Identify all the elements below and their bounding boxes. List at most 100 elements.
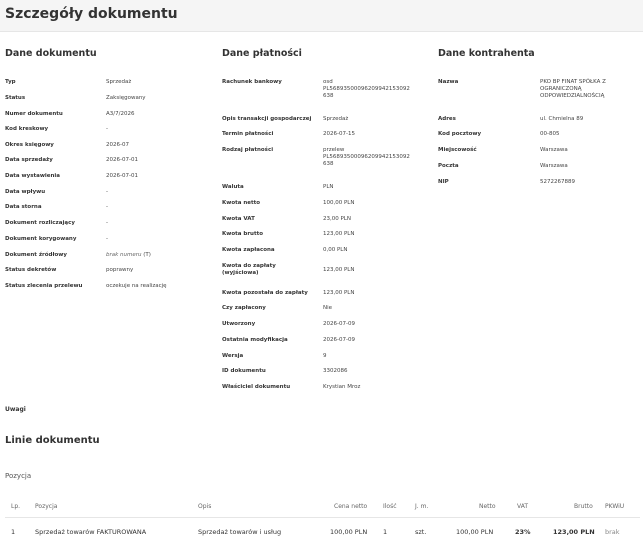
contractor-value-name: PKO BP FINAT SPÓŁKA Z OGRANICZONĄ ODPOWI… (540, 79, 640, 100)
payment-value-paid-amount: 0,00 PLN (323, 247, 348, 253)
payment-value-payment-type: przelew PL56893500096209942153092 638 (323, 147, 423, 168)
field-value-transfer-status: oczekuje na realizację (106, 283, 167, 289)
payment-value-amount-due-initial: 123,00 PLN (323, 267, 355, 273)
column-net: Netto (479, 503, 496, 510)
field-value-doc-number: A3/7/2026 (106, 111, 135, 117)
field-value-source-doc: brak numeru (T) (106, 252, 151, 259)
cell-net-price: 100,00 PLN (330, 528, 368, 536)
column-qty: Ilość (383, 503, 397, 510)
contractor-name-line: ODPOWIEDZIALNOŚCIĄ (540, 93, 605, 99)
lines-subtitle: Pozycja (5, 472, 32, 480)
contractor-label-name: Nazwa (438, 79, 459, 85)
column-lp: Lp. (11, 503, 21, 510)
field-label-period: Okres księgowy (5, 142, 54, 148)
payment-value-vat-amount: 23,00 PLN (323, 216, 351, 222)
field-label-corrected-doc: Dokument korygowany (5, 236, 77, 242)
field-value-decree-status: poprawny (106, 267, 134, 273)
source-doc-no-number: brak numeru (106, 252, 142, 258)
field-value-corrected-doc: - (106, 236, 108, 242)
payment-type-line: PL56893500096209942153092 (323, 154, 410, 160)
field-label-transfer-status: Status zlecenia przelewu (5, 283, 83, 289)
field-value-storno-date: - (106, 204, 108, 210)
payment-value-is-paid: Nie (323, 305, 333, 311)
cell-lp: 1 (11, 528, 16, 536)
column-net-price: Cena netto (334, 503, 368, 510)
field-label-settling-doc: Dokument rozliczający (5, 220, 75, 226)
field-value-status: Zaksięgowany (106, 95, 146, 101)
payment-value-created: 2026-07-09 (323, 321, 355, 327)
source-doc-suffix: (T) (141, 252, 151, 258)
cell-qty: 1 (383, 528, 388, 536)
field-label-receipt-date: Data wpływu (5, 189, 46, 195)
field-label-issue-date: Data wystawienia (5, 173, 61, 179)
payment-label-doc-owner: Właściciel dokumentu (222, 384, 291, 390)
payment-label-currency: Waluta (222, 184, 244, 190)
bank-account-line: 638 (323, 93, 334, 99)
contractor-value-nip: 5272267889 (540, 179, 575, 185)
lines-section-title: Linie dokumentu (5, 435, 100, 446)
contractor-value-post-office: Warszawa (540, 163, 568, 169)
contractor-value-address: ul. Chmielna 89 (540, 116, 584, 122)
payment-value-amount-remaining: 123,00 PLN (323, 290, 355, 296)
contractor-section-title: Dane kontrahenta (438, 48, 535, 59)
column-description: Opis (198, 503, 212, 510)
field-value-period: 2026-07 (106, 142, 129, 148)
field-label-barcode: Kod kreskowy (5, 126, 49, 132)
contractor-label-address: Adres (438, 116, 456, 122)
cell-unit: szt. (415, 528, 427, 536)
bank-account-line: PL56893500096209942153092 (323, 86, 410, 92)
field-label-status: Status (5, 95, 26, 101)
payment-label-paid-amount: Kwota zapłacona (222, 247, 275, 253)
payment-label-doc-id: ID dokumentu (222, 368, 266, 374)
field-value-settling-doc: - (106, 220, 108, 226)
field-label-sale-date: Data sprzedaży (5, 157, 53, 163)
contractor-label-post-office: Poczta (438, 163, 459, 169)
cell-description: Sprzedaż towarów i usług (198, 528, 282, 536)
field-value-receipt-date: - (106, 189, 108, 195)
contractor-name-line: PKO BP FINAT SPÓŁKA Z (540, 79, 606, 85)
contractor-label-postcode: Kod pocztowy (438, 131, 482, 137)
bank-account-line: osd (323, 79, 333, 85)
payment-type-line: 638 (323, 161, 334, 167)
field-label-source-doc: Dokument źródłowy (5, 252, 67, 258)
payment-label-transaction-desc: Opis transakcji gospodarczej (222, 116, 312, 122)
table-row[interactable]: 1 Sprzedaż towarów FAKTUROWANA Sprzedaż … (5, 522, 640, 542)
cell-vat: 23% (515, 528, 531, 536)
payment-label-amount-due-initial: Kwota do zapłaty (wyjściowa) (222, 263, 276, 276)
document-section-title: Dane dokumentu (5, 48, 97, 59)
field-value-sale-date: 2026-07-01 (106, 157, 138, 163)
cell-gross: 123,00 PLN (553, 528, 595, 536)
field-value-barcode: - (106, 126, 108, 132)
column-unit: J. m. (415, 503, 429, 510)
payment-label-created: Utworzony (222, 321, 256, 327)
payment-section-title: Dane płatności (222, 48, 302, 59)
column-vat: VAT (517, 503, 529, 510)
payment-value-gross-amount: 123,00 PLN (323, 231, 355, 237)
notes-label: Uwagi (5, 406, 26, 413)
payment-label-amount-remaining: Kwota pozostała do zapłaty (222, 290, 308, 296)
payment-label-gross-amount: Kwota brutto (222, 231, 263, 237)
column-position: Pozycja (35, 503, 58, 510)
field-label-type: Typ (5, 79, 16, 85)
cell-position: Sprzedaż towarów FAKTUROWANA (35, 528, 147, 536)
column-gross: Brutto (574, 503, 593, 510)
payment-value-currency: PLN (323, 184, 334, 190)
payment-label-vat-amount: Kwota VAT (222, 216, 255, 222)
payment-label-last-modified: Ostatnia modyfikacja (222, 337, 288, 343)
page-title: Szczegóły dokumentu (5, 6, 178, 22)
field-label-doc-number: Numer dokumentu (5, 111, 63, 117)
cell-pkwiu: brak (605, 528, 620, 536)
payment-value-net-amount: 100,00 PLN (323, 200, 355, 206)
payment-label-payment-type: Rodzaj płatności (222, 147, 274, 153)
contractor-label-nip: NIP (438, 179, 449, 185)
payment-type-line: przelew (323, 147, 345, 153)
payment-value-doc-owner: Krystian Mroz (323, 384, 361, 390)
contractor-value-city: Warszawa (540, 147, 568, 153)
contractor-label-city: Miejscowość (438, 147, 477, 153)
field-value-type: Sprzedaż (106, 79, 132, 85)
payment-value-version: 9 (323, 353, 327, 359)
contractor-value-postcode: 00-805 (540, 131, 560, 137)
column-pkwiu: PKWiU (605, 503, 625, 510)
page-header: Szczegóły dokumentu (0, 0, 643, 32)
field-label-storno-date: Data storna (5, 204, 42, 210)
